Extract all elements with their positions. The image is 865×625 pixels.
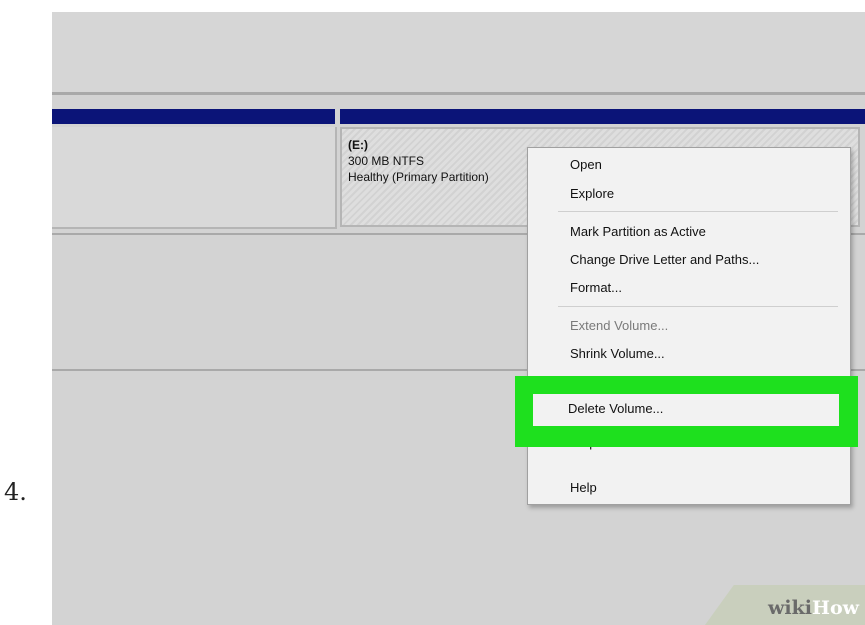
partition-status: Healthy (Primary Partition) [348,170,489,184]
highlight-box: Delete Volume... [515,376,858,447]
menu-item-change-drive-letter[interactable]: Change Drive Letter and Paths... [570,252,759,267]
delete-volume-label: Delete Volume... [568,401,664,416]
watermark-wiki: wiki [768,597,813,619]
step-number: 4. [4,478,27,506]
menu-item-shrink-volume[interactable]: Shrink Volume... [570,346,665,361]
wikihow-watermark: wikiHow [705,585,865,625]
menu-item-delete-volume[interactable]: Delete Volume... [533,394,839,426]
menu-separator [558,211,838,212]
partition-bar-left [52,109,335,124]
menu-separator [558,306,838,307]
partition-unallocated[interactable] [52,127,337,229]
menu-item-extend-volume: Extend Volume... [570,318,669,333]
partition-drive-letter: (E:) [348,138,368,152]
toolbar-area [52,12,865,92]
disk-management-window: (E:) 300 MB NTFS Healthy (Primary Partit… [52,12,865,625]
menu-item-help[interactable]: Help [570,480,597,495]
menu-item-explore[interactable]: Explore [570,186,614,201]
menu-item-format[interactable]: Format... [570,280,622,295]
partition-bar-right [340,109,865,124]
partition-size: 300 MB NTFS [348,154,425,168]
menu-item-mark-active[interactable]: Mark Partition as Active [570,224,706,239]
toolbar-divider [52,92,865,95]
watermark-how: How [812,597,859,619]
menu-item-open[interactable]: Open [570,157,602,172]
